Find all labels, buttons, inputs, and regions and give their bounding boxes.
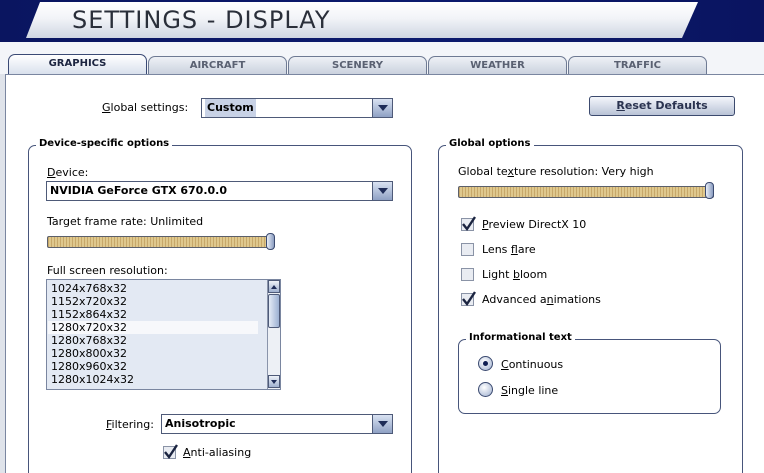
frame-rate-label: Target frame rate: Unlimited xyxy=(47,215,204,228)
list-item[interactable]: 1152x864x32 xyxy=(51,308,127,321)
frame-rate-slider[interactable] xyxy=(47,236,275,248)
tab-weather[interactable]: WEATHER xyxy=(428,56,567,75)
tab-traffic[interactable]: TRAFFIC xyxy=(568,56,707,75)
radio-selected-dot xyxy=(483,361,488,366)
scroll-thumb[interactable] xyxy=(268,294,280,328)
title-bar: SETTINGS - DISPLAY xyxy=(0,0,764,42)
global-settings-value: Custom xyxy=(205,99,256,117)
light-bloom-checkbox[interactable] xyxy=(461,268,474,281)
informational-text-group: Informational text xyxy=(458,332,721,414)
texture-resolution-label: Global texture resolution: Very high xyxy=(458,165,654,178)
tab-graphics[interactable]: GRAPHICS xyxy=(8,54,147,75)
texture-resolution-slider-thumb[interactable] xyxy=(705,182,714,199)
list-item[interactable]: 1280x960x32 xyxy=(51,360,127,373)
page-title: SETTINGS - DISPLAY xyxy=(72,6,331,34)
single-line-label: Single line xyxy=(501,384,559,397)
anti-aliasing-checkbox[interactable] xyxy=(163,444,178,460)
device-value: NVIDIA GeForce GTX 670.0.0 xyxy=(50,184,228,197)
preview-directx10-label: Preview DirectX 10 xyxy=(482,218,587,231)
global-options-title: Global options xyxy=(446,138,534,149)
continuous-label: Continuous xyxy=(501,358,564,371)
frame-rate-slider-thumb[interactable] xyxy=(266,233,275,250)
device-options-title: Device-specific options xyxy=(36,138,173,149)
resolution-scrollbar[interactable] xyxy=(267,280,280,389)
filtering-dropdown[interactable]: Anisotropic xyxy=(161,414,393,434)
list-item[interactable]: 1280x768x32 xyxy=(51,334,127,347)
list-item[interactable]: 1280x800x32 xyxy=(51,347,127,360)
filtering-value: Anisotropic xyxy=(165,417,236,430)
anti-aliasing-label: Anti-aliasing xyxy=(183,446,252,459)
advanced-animations-checkbox[interactable] xyxy=(461,291,476,307)
filtering-label: Filtering: xyxy=(106,418,154,431)
tab-aircraft[interactable]: AIRCRAFT xyxy=(148,56,287,75)
checkmark-icon xyxy=(164,444,178,460)
advanced-animations-label: Advanced animations xyxy=(482,293,601,306)
preview-directx10-checkbox[interactable] xyxy=(461,216,476,232)
chevron-down-icon[interactable] xyxy=(372,182,392,200)
checkmark-icon xyxy=(462,216,476,232)
scroll-down-icon[interactable] xyxy=(268,375,280,388)
tab-scenery[interactable]: SCENERY xyxy=(288,56,427,75)
global-settings-label: Global settings: xyxy=(102,101,189,114)
chevron-down-icon[interactable] xyxy=(372,99,392,117)
resolution-label: Full screen resolution: xyxy=(47,264,168,277)
reset-defaults-button[interactable]: Reset Defaults xyxy=(589,96,735,116)
chevron-down-icon[interactable] xyxy=(372,415,392,433)
device-label: Device: xyxy=(47,166,89,179)
light-bloom-label: Light bloom xyxy=(482,268,548,281)
resolution-list[interactable]: 1024x768x32 1152x720x32 1152x864x32 1280… xyxy=(46,279,281,390)
global-settings-dropdown[interactable]: Custom xyxy=(201,98,393,118)
scroll-up-icon[interactable] xyxy=(268,280,280,293)
single-line-radio[interactable] xyxy=(478,382,493,397)
lens-flare-checkbox[interactable] xyxy=(461,243,474,256)
informational-text-title: Informational text xyxy=(466,332,575,343)
texture-resolution-slider[interactable] xyxy=(458,186,714,198)
continuous-radio[interactable] xyxy=(478,356,493,371)
list-item[interactable]: 1024x768x32 xyxy=(51,282,127,295)
list-item[interactable]: 1152x720x32 xyxy=(51,295,127,308)
lens-flare-label: Lens flare xyxy=(482,243,536,256)
checkmark-icon xyxy=(462,291,476,307)
list-item-selected[interactable]: 1280x720x32 xyxy=(48,321,258,334)
device-dropdown[interactable]: NVIDIA GeForce GTX 670.0.0 xyxy=(46,181,393,201)
list-item[interactable]: 1280x1024x32 xyxy=(51,373,134,386)
